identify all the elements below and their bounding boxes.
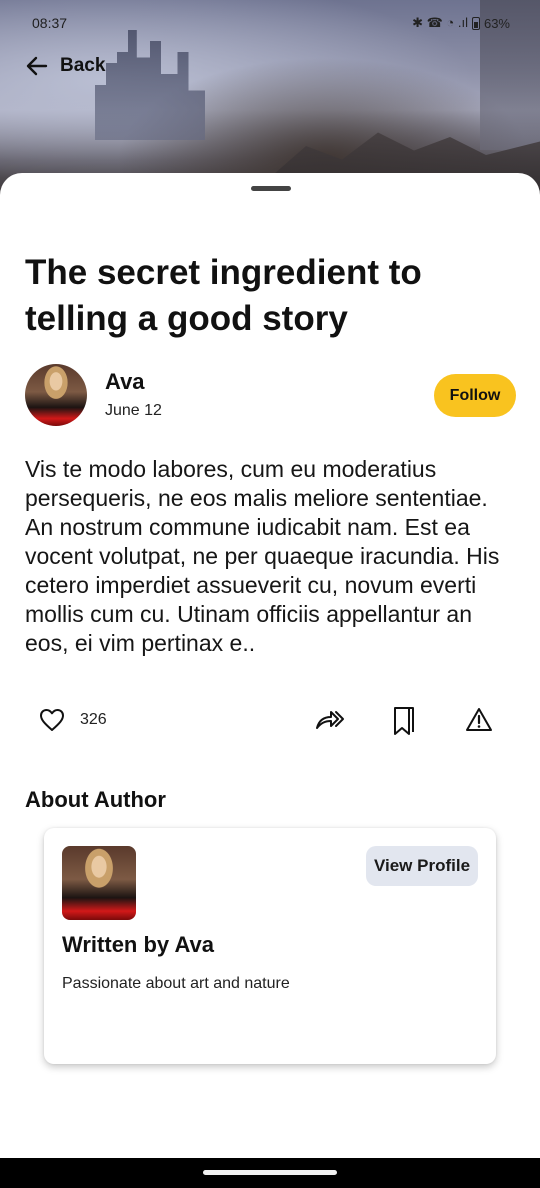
drag-handle[interactable] (251, 186, 291, 191)
back-label: Back (60, 55, 106, 76)
author-card: View Profile Written by Ava Passionate a… (44, 828, 496, 1064)
heart-icon[interactable] (38, 706, 66, 734)
battery-icon (471, 16, 480, 30)
like-count: 326 (80, 711, 107, 728)
author-name[interactable]: Ava (105, 369, 145, 395)
article-body: Vis te modo labores, cum eu moderatius p… (25, 456, 500, 656)
follow-button[interactable]: Follow (434, 374, 516, 417)
article-sheet: The secret ingredient to telling a good … (0, 173, 540, 1158)
status-time: 08:37 (32, 15, 68, 31)
author-avatar[interactable] (25, 364, 87, 426)
written-by-label: Written by Ava (62, 932, 214, 957)
author-bio: Passionate about art and nature (62, 975, 290, 992)
status-icons: ✱ ☎ ◔ .ıl 63% (412, 15, 510, 31)
back-arrow-icon (26, 56, 48, 76)
about-author-heading: About Author (25, 787, 166, 812)
back-button[interactable]: Back (26, 52, 105, 80)
system-nav-bar (0, 1158, 540, 1188)
status-indicator-icons: ✱ ☎ ◔ .ıl (412, 15, 468, 30)
castle-silhouette (95, 30, 205, 140)
bookmark-icon[interactable] (390, 705, 418, 737)
publish-date: June 12 (105, 402, 162, 419)
home-indicator[interactable] (203, 1170, 337, 1175)
article-title: The secret ingredient to telling a good … (25, 253, 422, 338)
action-row: 326 (0, 703, 540, 737)
author-card-avatar (62, 846, 136, 920)
battery-level: 63% (483, 15, 510, 31)
share-icon[interactable] (314, 706, 346, 734)
status-bar: 08:37 ✱ ☎ ◔ .ıl 63% (0, 0, 540, 46)
view-profile-button[interactable]: View Profile (366, 846, 478, 886)
report-icon[interactable] (465, 706, 493, 734)
